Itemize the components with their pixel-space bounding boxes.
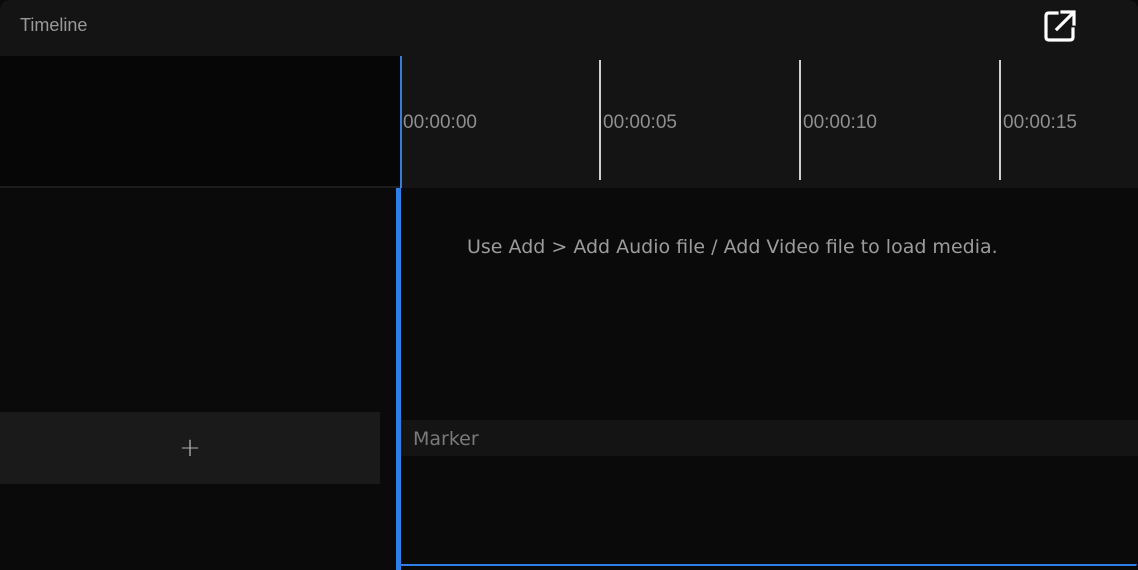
marker-track-label: Marker (413, 428, 479, 450)
empty-timeline-message: Use Add > Add Audio file / Add Video fil… (467, 236, 998, 258)
marker-track[interactable]: Marker (401, 420, 1138, 456)
ruler-tick-label: 00:00:15 (1003, 112, 1077, 133)
ruler-tick (799, 60, 801, 180)
panel-header: Timeline (0, 0, 1138, 56)
ruler-tick-label: 00:00:05 (603, 112, 677, 133)
ruler-tick (999, 60, 1001, 180)
timeline-bottom-border (396, 564, 1138, 566)
add-track-button[interactable]: + (0, 412, 380, 484)
ruler-tick-label: 00:00:00 (403, 112, 477, 133)
ruler-tick (599, 60, 601, 180)
ruler-playhead-line (400, 56, 402, 188)
timeline-panel: Timeline + 00:00:00 00:00:05 00:00:10 00… (0, 0, 1138, 570)
time-ruler[interactable]: 00:00:00 00:00:05 00:00:10 00:00:15 (401, 56, 1138, 188)
track-header-corner (0, 56, 400, 188)
panel-title: Timeline (20, 15, 88, 35)
ruler-tick-label: 00:00:10 (803, 112, 877, 133)
external-link-icon[interactable] (1042, 8, 1078, 44)
playhead[interactable] (396, 188, 401, 570)
track-list (0, 188, 396, 570)
